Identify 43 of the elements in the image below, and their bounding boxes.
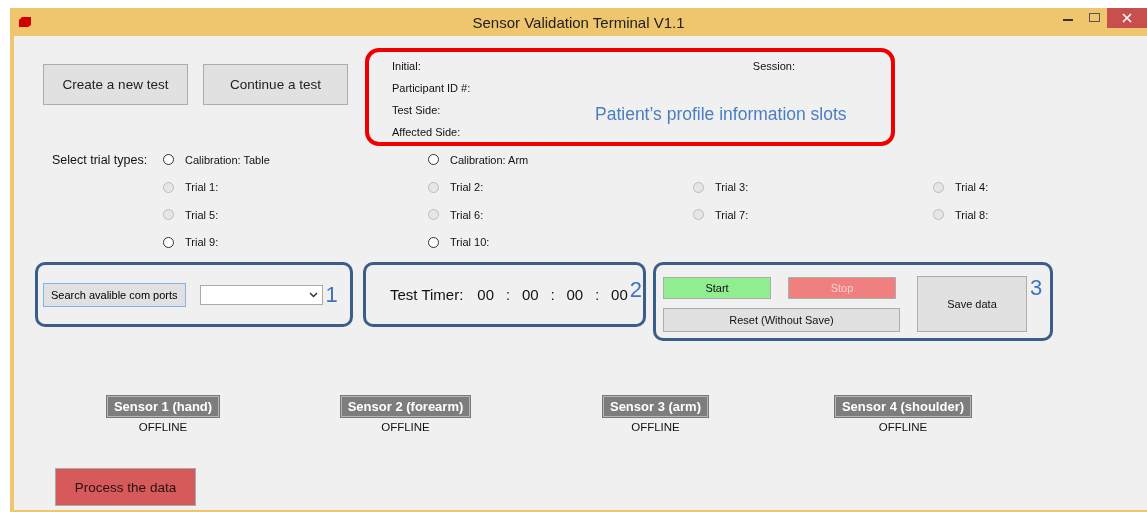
profile-label: Session: bbox=[752, 60, 795, 74]
start-button[interactable]: Start bbox=[663, 277, 771, 299]
profile-label: Test Side: bbox=[392, 104, 441, 118]
trial-radio[interactable]: Calibration: Arm bbox=[428, 153, 529, 166]
profile-label: Participant ID #: bbox=[392, 82, 471, 96]
sensor-status: OFFLINE bbox=[878, 421, 928, 433]
window-title: Sensor Validation Terminal V1.1 bbox=[472, 14, 685, 31]
sensor-label: Sensor 1 (hand) bbox=[106, 396, 220, 417]
sensor-label: Sensor 2 (forearm) bbox=[340, 396, 471, 417]
close-icon bbox=[1122, 13, 1132, 23]
profile-label: Affected Side: bbox=[392, 126, 461, 140]
reset-button[interactable]: Reset (Without Save) bbox=[663, 308, 900, 332]
annotation-text: Patient’s profile information slots bbox=[595, 104, 847, 125]
search-ports-button[interactable]: Search avalible com ports bbox=[43, 282, 186, 307]
trial-radio[interactable]: Calibration: Table bbox=[163, 153, 270, 166]
sensor-status: OFFLINE bbox=[631, 421, 680, 433]
action-button[interactable]: Continue a test bbox=[203, 64, 348, 105]
sensor-status: OFFLINE bbox=[138, 421, 188, 433]
timer-value: 00 bbox=[521, 286, 539, 303]
timer-value: 00 bbox=[566, 286, 584, 303]
action-button[interactable]: Create a new test bbox=[43, 64, 188, 105]
annotation-number: 2 bbox=[629, 277, 642, 303]
timer-separator: : bbox=[506, 286, 510, 303]
trial-radio[interactable]: Trial 10: bbox=[428, 236, 490, 249]
sensor-status: OFFLINE bbox=[381, 421, 430, 433]
timer-value: 00 bbox=[477, 286, 495, 303]
timer-label: Test Timer: bbox=[390, 286, 464, 303]
sensor-label: Sensor 3 (arm) bbox=[602, 396, 708, 417]
sensor-label: Sensor 4 (shoulder) bbox=[834, 396, 972, 417]
trial-types-label: Select trial types: bbox=[52, 152, 149, 167]
save-data-button[interactable]: Save data bbox=[917, 276, 1027, 332]
chevron-down-icon bbox=[308, 291, 318, 298]
timer-separator: : bbox=[550, 286, 555, 303]
profile-label: Initial: bbox=[392, 60, 421, 74]
trial-radio[interactable]: Trial 9: bbox=[163, 236, 219, 249]
annotation-number: 1 bbox=[325, 281, 338, 308]
annotation-number: 3 bbox=[1030, 275, 1043, 301]
timer-value: 00 bbox=[611, 286, 628, 303]
maximize-icon bbox=[1088, 13, 1100, 23]
process-data-button[interactable]: Process the data bbox=[55, 468, 196, 506]
timer-separator: : bbox=[595, 286, 600, 303]
app-icon bbox=[18, 16, 32, 28]
close-button[interactable] bbox=[1107, 8, 1147, 28]
